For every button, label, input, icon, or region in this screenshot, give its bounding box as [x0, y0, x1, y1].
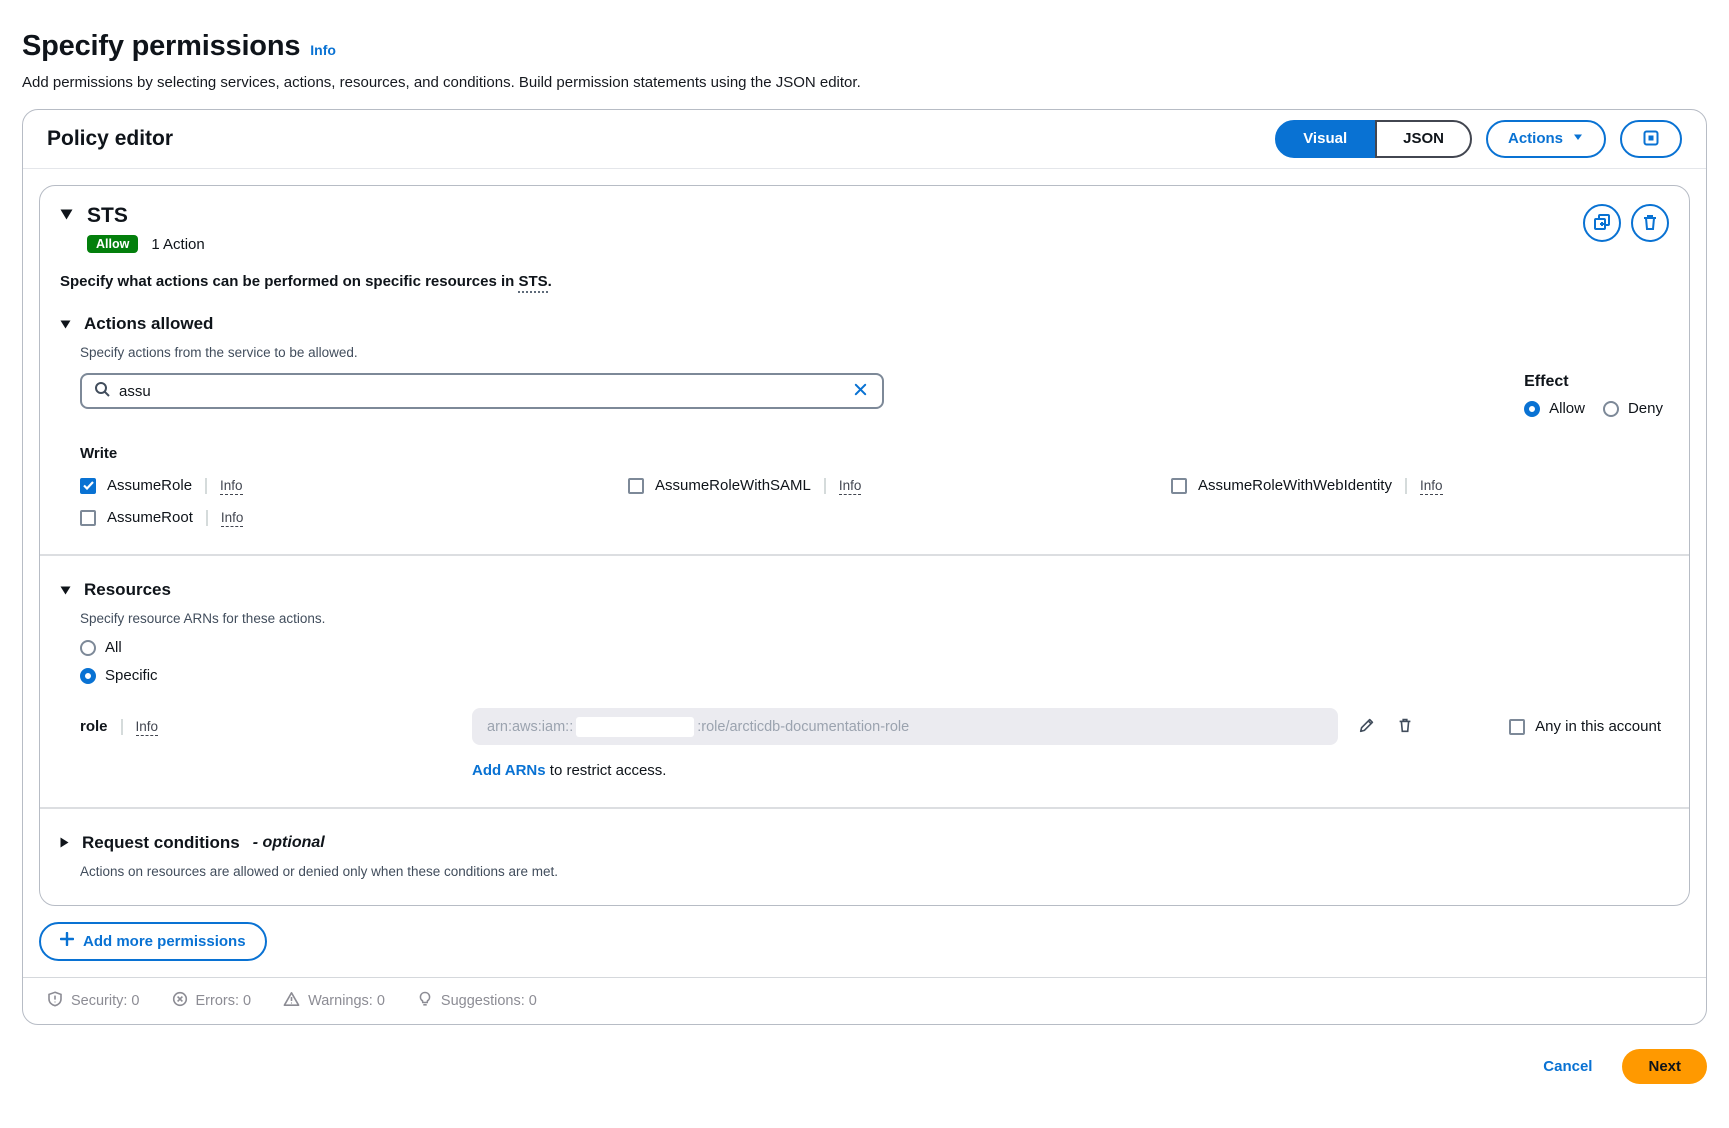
- search-icon: [94, 381, 110, 402]
- action-item-assumerole: AssumeRole Info: [80, 477, 628, 494]
- any-in-account-checkbox[interactable]: [1509, 719, 1525, 735]
- resources-hint: Specify resource ARNs for these actions.: [80, 611, 1669, 626]
- request-conditions-header[interactable]: Request conditions - optional: [60, 833, 1669, 853]
- actions-allowed-header[interactable]: Actions allowed: [60, 314, 1669, 334]
- policy-editor-title: Policy editor: [47, 127, 173, 151]
- info-link-assumerolewithwebidentity[interactable]: Info: [1420, 478, 1443, 495]
- actions-search-input[interactable]: [119, 383, 842, 400]
- page-title: Specify permissions: [22, 30, 300, 63]
- add-arns-link[interactable]: Add ARNs: [472, 762, 546, 779]
- actions-menu-button[interactable]: Actions: [1486, 120, 1606, 158]
- fullscreen-button[interactable]: [1620, 120, 1682, 158]
- policy-editor-panel: Policy editor Visual JSON Actions: [22, 109, 1707, 1025]
- policy-editor-body: STS Allow 1 Action: [23, 169, 1706, 977]
- fullscreen-icon: [1642, 129, 1660, 150]
- page-title-info-link[interactable]: Info: [310, 42, 336, 58]
- write-group-label: Write: [80, 445, 1669, 462]
- checkbox-assumerole[interactable]: [80, 478, 96, 494]
- radio-button[interactable]: [1524, 401, 1540, 417]
- specify-permissions-page: Specify permissions Info Add permissions…: [0, 30, 1729, 1084]
- trash-icon: [1640, 212, 1660, 235]
- edit-arn-button[interactable]: [1358, 716, 1376, 737]
- policy-editor-header: Policy editor Visual JSON Actions: [23, 110, 1706, 169]
- next-button[interactable]: Next: [1622, 1049, 1707, 1084]
- collapse-triangle-icon[interactable]: [60, 314, 71, 334]
- warnings-toggle[interactable]: Warnings: 0: [283, 991, 385, 1011]
- effect-allow-radio[interactable]: Allow: [1524, 400, 1585, 417]
- info-link-assumerole[interactable]: Info: [220, 478, 243, 495]
- role-resource-label: role: [80, 718, 108, 735]
- clear-search-button[interactable]: [851, 380, 870, 402]
- checkbox-assumeroot[interactable]: [80, 510, 96, 526]
- expand-triangle-icon[interactable]: [60, 833, 69, 853]
- request-conditions-hint: Actions on resources are allowed or deni…: [80, 864, 1669, 879]
- security-findings-toggle[interactable]: Security: 0: [47, 991, 140, 1011]
- redacted-account-id: [576, 717, 694, 737]
- collapse-triangle-icon[interactable]: [60, 207, 73, 225]
- action-item-assumeroot: AssumeRoot Info: [80, 509, 628, 526]
- actions-checkbox-grid: AssumeRole Info AssumeRoleWithSAML Info: [80, 477, 1669, 526]
- add-more-permissions-button[interactable]: Add more permissions: [39, 922, 267, 961]
- effect-badge: Allow: [87, 235, 138, 253]
- resources-header[interactable]: Resources: [60, 580, 1669, 600]
- cancel-button[interactable]: Cancel: [1543, 1058, 1592, 1075]
- resources-specific-radio[interactable]: Specific: [80, 667, 1669, 684]
- statement-header[interactable]: STS: [60, 204, 205, 228]
- service-term[interactable]: STS: [518, 273, 547, 293]
- collapse-triangle-icon[interactable]: [60, 580, 71, 600]
- radio-button[interactable]: [1603, 401, 1619, 417]
- errors-toggle[interactable]: Errors: 0: [172, 991, 252, 1011]
- any-in-account-option[interactable]: Any in this account: [1509, 718, 1661, 735]
- delete-arn-button[interactable]: [1396, 716, 1414, 737]
- actions-search-box[interactable]: [80, 373, 884, 409]
- editor-mode-toggle: Visual JSON: [1275, 120, 1472, 158]
- actions-allowed-hint: Specify actions from the service to be a…: [80, 345, 1669, 360]
- warning-triangle-icon: [283, 991, 300, 1011]
- checkbox-assumerolewithsaml[interactable]: [628, 478, 644, 494]
- add-arns-row: Add ARNs to restrict access.: [472, 762, 1669, 779]
- radio-button[interactable]: [80, 640, 96, 656]
- role-arn-field[interactable]: arn:aws:iam:::role/arcticdb-documentatio…: [472, 708, 1338, 745]
- page-subtitle: Add permissions by selecting services, a…: [22, 74, 1707, 91]
- action-item-assumerolewithsaml: AssumeRoleWithSAML Info: [628, 477, 1171, 494]
- delete-statement-button[interactable]: [1631, 204, 1669, 242]
- optional-label: - optional: [253, 834, 325, 852]
- role-resource-row: role Info arn:aws:iam:::role/arcticdb-do…: [80, 708, 1669, 745]
- pencil-icon: [1358, 716, 1376, 737]
- toggle-visual-button[interactable]: Visual: [1275, 120, 1375, 158]
- action-count: 1 Action: [151, 236, 204, 253]
- resources-all-radio[interactable]: All: [80, 639, 1669, 656]
- caret-down-icon: [1572, 130, 1584, 148]
- section-divider: [40, 554, 1689, 556]
- checkbox-assumerolewithwebidentity[interactable]: [1171, 478, 1187, 494]
- info-link-role[interactable]: Info: [136, 719, 159, 736]
- suggestions-toggle[interactable]: Suggestions: 0: [417, 991, 537, 1011]
- service-name: STS: [87, 204, 128, 228]
- toggle-json-button[interactable]: JSON: [1375, 120, 1472, 158]
- effect-label: Effect: [1524, 373, 1663, 391]
- circle-x-icon: [172, 991, 188, 1011]
- validation-status-bar: Security: 0 Errors: 0 Warnings: 0: [23, 977, 1706, 1024]
- close-icon: [853, 382, 868, 400]
- action-item-assumerolewithwebidentity: AssumeRoleWithWebIdentity Info: [1171, 477, 1669, 494]
- lightbulb-icon: [417, 991, 433, 1011]
- plus-icon: [60, 932, 74, 951]
- effect-deny-radio[interactable]: Deny: [1603, 400, 1663, 417]
- info-link-assumeroot[interactable]: Info: [221, 510, 244, 527]
- shield-exclamation-icon: [47, 991, 63, 1011]
- section-divider: [40, 807, 1689, 809]
- info-link-assumerolewithsaml[interactable]: Info: [839, 478, 862, 495]
- trash-icon: [1396, 716, 1414, 737]
- wizard-footer: Cancel Next: [22, 1049, 1707, 1084]
- statement-description: Specify what actions can be performed on…: [60, 273, 1669, 290]
- duplicate-icon: [1592, 212, 1612, 235]
- duplicate-statement-button[interactable]: [1583, 204, 1621, 242]
- radio-button[interactable]: [80, 668, 96, 684]
- effect-group: Effect Allow Deny: [1524, 373, 1663, 417]
- resource-scope-options: All Specific: [80, 639, 1669, 684]
- actions-menu-label: Actions: [1508, 130, 1563, 148]
- statement-card-sts: STS Allow 1 Action: [39, 185, 1690, 906]
- page-header: Specify permissions Info Add permissions…: [22, 30, 1707, 91]
